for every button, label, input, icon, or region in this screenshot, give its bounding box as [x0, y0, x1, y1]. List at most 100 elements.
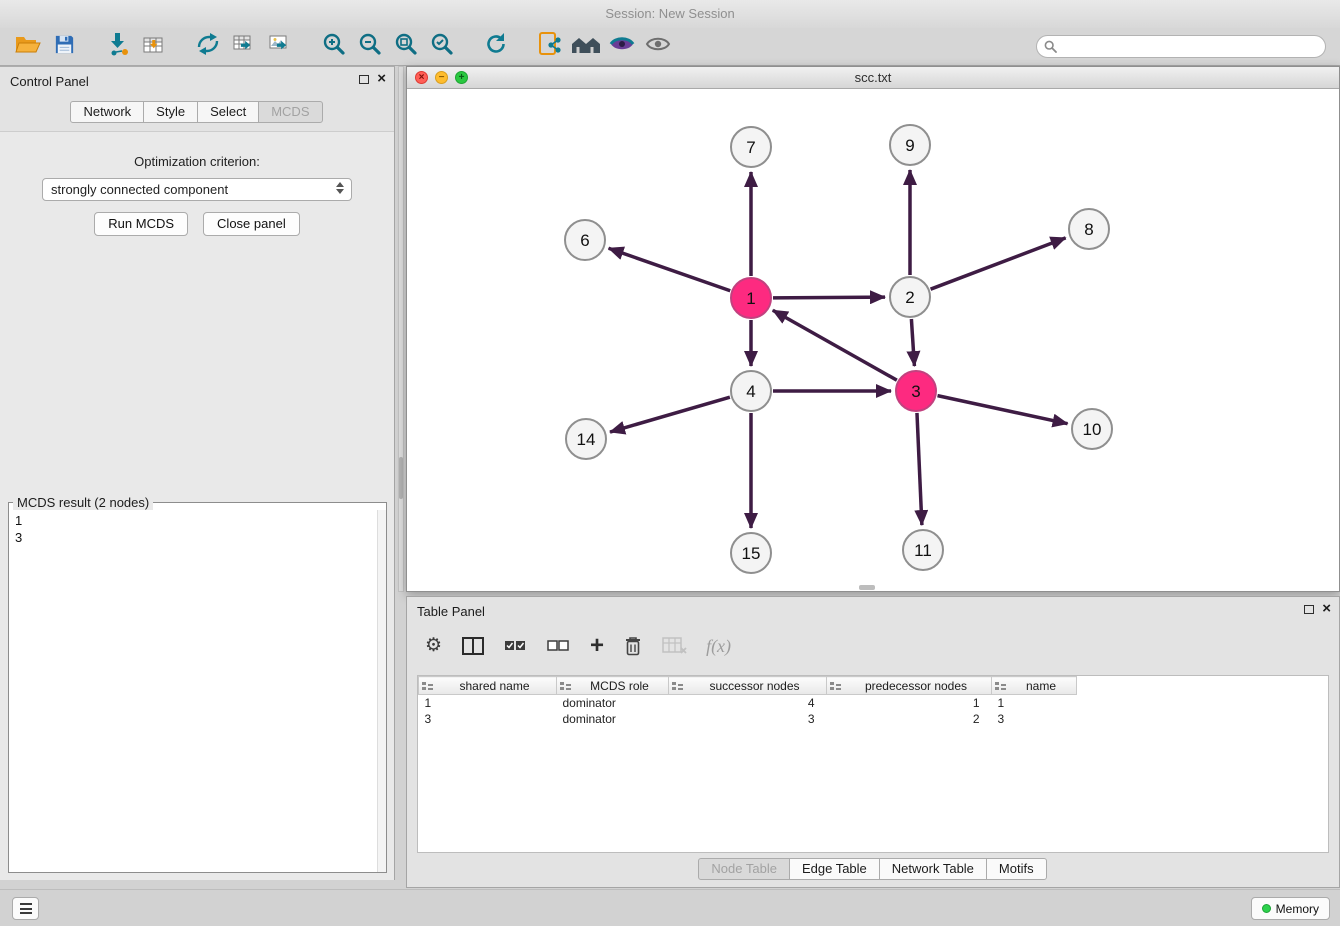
select-all-columns-icon[interactable] — [504, 637, 528, 655]
edge-4-14[interactable] — [610, 397, 730, 432]
node-8[interactable]: 8 — [1069, 209, 1109, 249]
tab-edge-table[interactable]: Edge Table — [789, 858, 880, 880]
close-panel-icon[interactable]: × — [377, 73, 386, 85]
splitter-thumb[interactable] — [399, 457, 403, 499]
node-15[interactable]: 15 — [731, 533, 771, 573]
zoom-selected-button[interactable] — [424, 31, 460, 63]
table-settings-gear-icon[interactable]: ⚙ — [425, 636, 442, 656]
show-hide-button[interactable] — [640, 31, 676, 63]
float-table-panel-icon[interactable] — [1304, 605, 1314, 614]
criterion-dropdown[interactable]: strongly connected component — [42, 178, 352, 201]
sort-icon — [995, 681, 1007, 695]
mcds-result-text: 1 3 — [9, 510, 386, 548]
network-from-clipboard-button[interactable] — [532, 31, 568, 63]
network-canvas[interactable]: 7 9 6 8 1 2 4 3 14 10 15 11 — [407, 89, 1339, 591]
close-table-panel-icon[interactable]: × — [1322, 603, 1331, 615]
zoom-out-button[interactable] — [352, 31, 388, 63]
tab-select[interactable]: Select — [197, 101, 259, 123]
run-mcds-button[interactable]: Run MCDS — [94, 212, 188, 236]
node-6[interactable]: 6 — [565, 220, 605, 260]
export-image-button[interactable] — [262, 31, 298, 63]
cell-predecessor-nodes[interactable]: 1 — [827, 695, 992, 711]
import-network-icon — [105, 31, 131, 62]
tab-mcds[interactable]: MCDS — [258, 101, 322, 123]
column-header-name[interactable]: name — [992, 677, 1077, 695]
show-columns-icon[interactable] — [461, 636, 485, 656]
window-title: Session: New Session — [605, 6, 734, 21]
cell-MCDS-role[interactable]: dominator — [557, 695, 669, 711]
sort-icon — [830, 681, 842, 695]
column-header-MCDS-role[interactable]: MCDS role — [557, 677, 669, 695]
clipboard-network-icon — [538, 31, 563, 62]
export-table-button[interactable] — [226, 31, 262, 63]
edge-1-6[interactable] — [609, 248, 731, 290]
network-hscroll-thumb[interactable] — [859, 585, 875, 590]
column-header-shared-name[interactable]: shared name — [419, 677, 557, 695]
edge-3-1[interactable] — [773, 310, 897, 380]
node-1[interactable]: 1 — [731, 278, 771, 318]
zoom-fit-button[interactable] — [388, 31, 424, 63]
cell-MCDS-role[interactable]: dominator — [557, 711, 669, 727]
result-scrollbar[interactable] — [377, 510, 386, 872]
tab-network-table[interactable]: Network Table — [879, 858, 987, 880]
open-session-button[interactable] — [10, 31, 46, 63]
cell-name[interactable]: 3 — [992, 711, 1077, 727]
add-column-icon[interactable]: + — [590, 636, 604, 656]
save-floppy-icon — [53, 33, 76, 61]
tab-network[interactable]: Network — [70, 101, 144, 123]
close-panel-button[interactable]: Close panel — [203, 212, 300, 236]
import-network-button[interactable] — [100, 31, 136, 63]
cell-successor-nodes[interactable]: 4 — [669, 695, 827, 711]
edge-2-3[interactable] — [911, 319, 914, 366]
window-zoom-button[interactable]: + — [455, 71, 468, 84]
import-table-button[interactable] — [136, 31, 172, 63]
zoom-in-button[interactable] — [316, 31, 352, 63]
float-panel-icon[interactable] — [359, 75, 369, 84]
window-minimize-button[interactable]: − — [435, 71, 448, 84]
table-row[interactable]: 1dominator411 — [419, 695, 1077, 711]
export-image-icon — [267, 31, 293, 62]
visual-style-button[interactable] — [604, 31, 640, 63]
import-table-icon — [141, 31, 167, 62]
cell-predecessor-nodes[interactable]: 2 — [827, 711, 992, 727]
node-9[interactable]: 9 — [890, 125, 930, 165]
network-window-titlebar[interactable]: × − + scc.txt — [407, 67, 1339, 89]
apply-layout-button[interactable] — [478, 31, 514, 63]
edge-3-10[interactable] — [938, 396, 1068, 424]
edge-3-11[interactable] — [917, 413, 922, 525]
task-history-button[interactable] — [12, 897, 39, 920]
svg-text:14: 14 — [577, 430, 596, 449]
node-4[interactable]: 4 — [731, 371, 771, 411]
search-input[interactable] — [1036, 35, 1326, 58]
delete-column-icon[interactable] — [623, 635, 643, 657]
cell-name[interactable]: 1 — [992, 695, 1077, 711]
tab-node-table[interactable]: Node Table — [698, 858, 790, 880]
window-close-button[interactable]: × — [415, 71, 428, 84]
node-14[interactable]: 14 — [566, 419, 606, 459]
node-3[interactable]: 3 — [896, 371, 936, 411]
table-row[interactable]: 3dominator323 — [419, 711, 1077, 727]
tab-motifs[interactable]: Motifs — [986, 858, 1047, 880]
column-header-successor-nodes[interactable]: successor nodes — [669, 677, 827, 695]
panel-splitter[interactable] — [398, 66, 404, 592]
app-titlebar: Session: New Session — [0, 0, 1340, 28]
memory-button[interactable]: Memory — [1251, 897, 1330, 920]
new-network-button[interactable] — [190, 31, 226, 63]
network-window: × − + scc.txt 7 9 6 8 1 2 4 3 14 10 15 11 — [406, 66, 1340, 592]
open-recent-button[interactable] — [568, 31, 604, 63]
node-7[interactable]: 7 — [731, 127, 771, 167]
tab-style[interactable]: Style — [143, 101, 198, 123]
edge-1-2[interactable] — [773, 297, 885, 298]
node-11[interactable]: 11 — [903, 530, 943, 570]
node-2[interactable]: 2 — [890, 277, 930, 317]
cell-shared-name[interactable]: 1 — [419, 695, 557, 711]
zoom-out-icon — [357, 31, 383, 62]
list-icon — [20, 903, 32, 914]
cell-shared-name[interactable]: 3 — [419, 711, 557, 727]
deselect-all-columns-icon[interactable] — [547, 637, 571, 655]
save-session-button[interactable] — [46, 31, 82, 63]
edge-2-8[interactable] — [931, 238, 1066, 289]
cell-successor-nodes[interactable]: 3 — [669, 711, 827, 727]
column-header-predecessor-nodes[interactable]: predecessor nodes — [827, 677, 992, 695]
node-10[interactable]: 10 — [1072, 409, 1112, 449]
